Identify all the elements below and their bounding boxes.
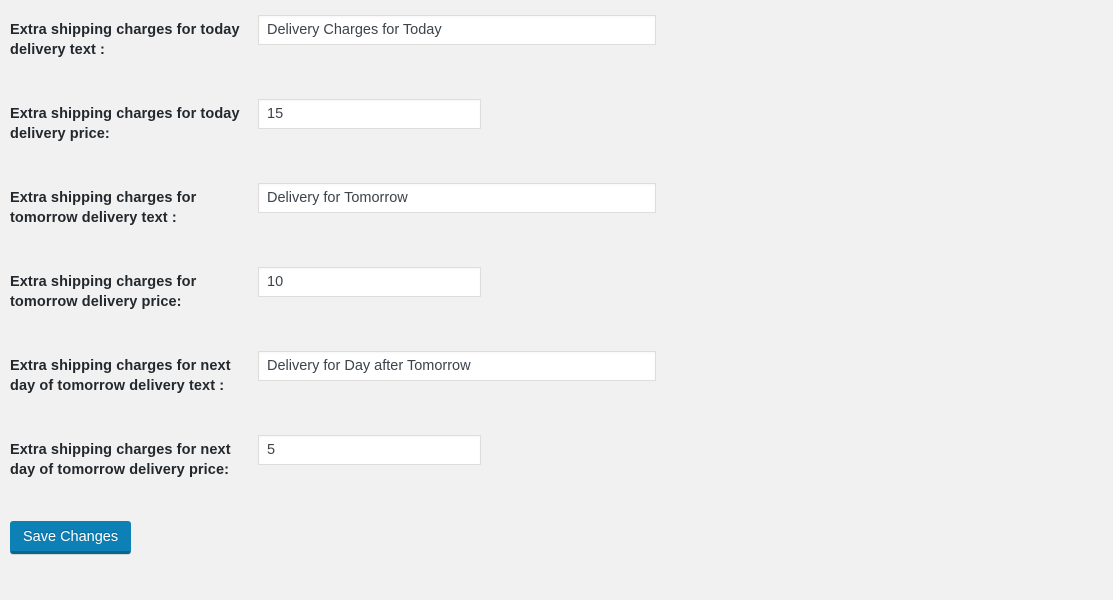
input-cell — [258, 350, 1113, 434]
day-after-tomorrow-delivery-text-label: Extra shipping charges for next day of t… — [10, 358, 231, 394]
form-row: Extra shipping charges for today deliver… — [0, 98, 1113, 182]
tomorrow-delivery-text-input[interactable] — [258, 183, 656, 213]
input-cell — [258, 266, 1113, 350]
input-cell — [258, 14, 1113, 98]
label-cell: Extra shipping charges for tomorrow deli… — [0, 182, 258, 266]
input-cell — [258, 182, 1113, 266]
form-row: Extra shipping charges for tomorrow deli… — [0, 266, 1113, 350]
settings-form-table: Extra shipping charges for today deliver… — [0, 14, 1113, 518]
form-row: Extra shipping charges for next day of t… — [0, 434, 1113, 518]
submit-area: Save Changes — [10, 521, 132, 554]
today-delivery-price-label: Extra shipping charges for today deliver… — [10, 106, 240, 142]
input-cell — [258, 98, 1113, 182]
tomorrow-delivery-price-input[interactable] — [258, 267, 481, 297]
today-delivery-text-input[interactable] — [258, 15, 656, 45]
save-changes-button[interactable]: Save Changes — [10, 521, 132, 554]
tomorrow-delivery-text-label: Extra shipping charges for tomorrow deli… — [10, 190, 197, 226]
tomorrow-delivery-price-label: Extra shipping charges for tomorrow deli… — [10, 274, 197, 310]
day-after-tomorrow-delivery-text-input[interactable] — [258, 351, 656, 381]
label-cell: Extra shipping charges for next day of t… — [0, 434, 258, 518]
day-after-tomorrow-delivery-price-label: Extra shipping charges for next day of t… — [10, 442, 231, 478]
settings-page: Extra shipping charges for today deliver… — [0, 0, 1113, 600]
today-delivery-price-input[interactable] — [258, 99, 481, 129]
label-cell: Extra shipping charges for next day of t… — [0, 350, 258, 434]
form-row: Extra shipping charges for next day of t… — [0, 350, 1113, 434]
settings-form-body: Extra shipping charges for today deliver… — [0, 14, 1113, 518]
label-cell: Extra shipping charges for today deliver… — [0, 14, 258, 98]
label-cell: Extra shipping charges for today deliver… — [0, 98, 258, 182]
input-cell — [258, 434, 1113, 518]
form-row: Extra shipping charges for tomorrow deli… — [0, 182, 1113, 266]
today-delivery-text-label: Extra shipping charges for today deliver… — [10, 22, 240, 58]
label-cell: Extra shipping charges for tomorrow deli… — [0, 266, 258, 350]
day-after-tomorrow-delivery-price-input[interactable] — [258, 435, 481, 465]
form-row: Extra shipping charges for today deliver… — [0, 14, 1113, 98]
